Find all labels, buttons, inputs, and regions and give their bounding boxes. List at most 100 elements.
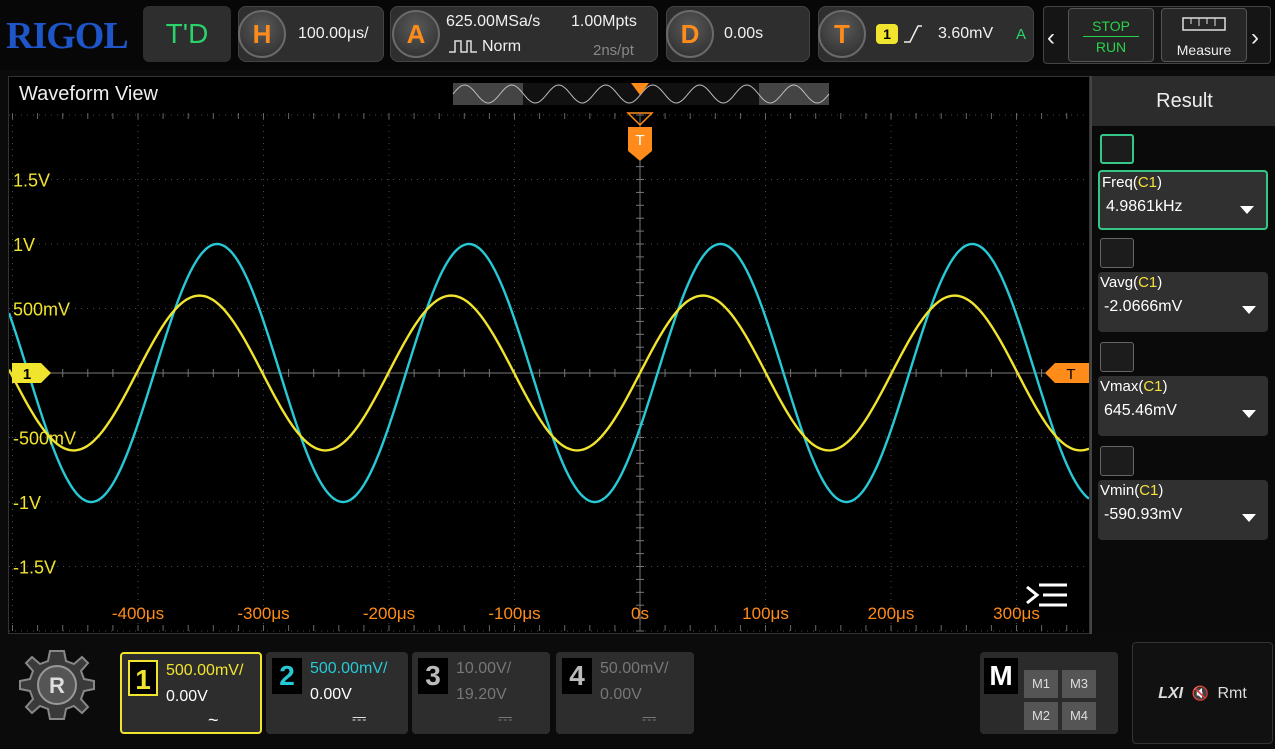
channel-1-number: 1 <box>128 660 158 696</box>
measure-channel: C1 <box>1137 174 1158 191</box>
vmax-measure-icon[interactable] <box>1100 342 1134 372</box>
trigger-sweep-mode: A <box>1016 26 1027 43</box>
measure-name: Vavg <box>1100 274 1134 291</box>
measure-channel: C1 <box>1138 274 1158 291</box>
measure-item-vmin[interactable]: Vmin(C1) -590.93mV <box>1098 480 1268 540</box>
measure-item-freq[interactable]: Freq(C1) 4.9861kHz <box>1098 170 1268 230</box>
time-axis-label: 0s <box>631 604 649 623</box>
measure-channel: C1 <box>1143 378 1163 395</box>
measure-channel: C1 <box>1139 482 1159 499</box>
trigger-level: 3.60mV <box>938 25 994 42</box>
time-axis-label: -200μs <box>363 604 415 623</box>
acquire-mode: Norm <box>482 38 522 55</box>
measure-name: Vmax <box>1100 378 1139 395</box>
timebase-mode-button[interactable]: T'D <box>143 6 231 62</box>
measure-value: -590.93mV <box>1104 506 1183 523</box>
dropdown-icon[interactable] <box>1242 306 1256 314</box>
dc-coupling-icon: ⎓ <box>642 708 657 728</box>
dropdown-icon[interactable] <box>1242 514 1256 522</box>
time-axis-label: -400μs <box>112 604 164 623</box>
expand-menu-icon <box>1026 585 1040 605</box>
voltage-axis-label: 1V <box>13 235 35 255</box>
voltage-axis-label: 1.5V <box>13 171 50 191</box>
dc-coupling-icon: ⎓ <box>352 708 367 728</box>
channel-3-scale: 10.00V/ <box>456 660 512 677</box>
memory-depth: 1.00Mpts <box>571 13 637 30</box>
channel-4-control[interactable]: 4 50.00mV/ 0.00V ⎓ <box>556 652 694 734</box>
time-axis-label: 300μs <box>993 604 1040 623</box>
trigger-source-badge: 1 <box>876 24 898 44</box>
svg-text:R: R <box>49 673 65 698</box>
channel-2-number: 2 <box>272 658 302 694</box>
time-axis-label: 200μs <box>868 604 915 623</box>
measure-label: Measure <box>1176 42 1232 58</box>
ac-coupling-icon: ~ <box>208 710 219 730</box>
stop-run-button[interactable]: STOP RUN <box>1068 8 1154 62</box>
sample-rate: 625.00MSa/s <box>446 13 541 30</box>
vmin-measure-icon[interactable] <box>1100 446 1134 476</box>
math-slot-m2[interactable]: M2 <box>1024 702 1058 730</box>
channel-3-control[interactable]: 3 10.00V/ 19.20V ⎓ <box>412 652 550 734</box>
horizontal-icon[interactable]: H <box>238 10 286 58</box>
time-resolution: 2ns/pt <box>593 42 634 59</box>
channel-2-control[interactable]: 2 500.00mV/ 0.00V ⎓ <box>266 652 408 734</box>
measure-value: 645.46mV <box>1104 402 1177 419</box>
math-slot-m3[interactable]: M3 <box>1062 670 1096 698</box>
trigger-icon[interactable]: T <box>818 10 866 58</box>
dropdown-icon[interactable] <box>1240 206 1254 214</box>
stop-label: STOP <box>1092 18 1130 34</box>
scroll-left-icon[interactable]: ‹ <box>1047 24 1055 52</box>
waveform-display[interactable]: 1.5V 1V 500mV -500mV -1V -1.5V -400μs -300μs -20… <box>9 77 1089 633</box>
status-panel[interactable]: LXI 🔇 Rmt <box>1132 642 1273 744</box>
math-control[interactable]: M M1 M3 M2 M4 <box>980 652 1118 734</box>
time-axis-label: -100μs <box>488 604 540 623</box>
measure-value: -2.0666mV <box>1104 298 1183 315</box>
measure-item-vmax[interactable]: Vmax(C1) 645.46mV <box>1098 376 1268 436</box>
delay-value: 0.00s <box>724 25 764 42</box>
channel-2-offset: 0.00V <box>310 686 352 703</box>
measure-result-panel: Result Freq(C1) 4.9861kHz Vavg(C1) -2.06… <box>1090 76 1275 634</box>
voltage-axis-label: -1.5V <box>13 558 56 578</box>
measure-name: Vmin <box>1100 482 1135 499</box>
scroll-right-icon[interactable]: › <box>1251 24 1259 52</box>
result-title: Result <box>1092 76 1275 126</box>
trigger-position-label: T <box>635 132 644 149</box>
channel-4-number: 4 <box>562 658 592 694</box>
time-axis-label: 100μs <box>742 604 789 623</box>
home-menu-gear-icon[interactable]: R <box>12 640 102 730</box>
dropdown-icon[interactable] <box>1242 410 1256 418</box>
channel-1-offset: 0.00V <box>166 688 208 705</box>
math-slot-m1[interactable]: M1 <box>1024 670 1058 698</box>
channel-1-control[interactable]: 1 500.00mV/ 0.00V ~ <box>120 652 262 734</box>
waveform-view[interactable]: 1.5V 1V 500mV -500mV -1V -1.5V -400μs -300μs -20… <box>8 76 1090 634</box>
math-slot-m4[interactable]: M4 <box>1062 702 1096 730</box>
delay-icon[interactable]: D <box>666 10 714 58</box>
acquire-icon[interactable]: A <box>392 10 440 58</box>
voltage-axis-label: -1V <box>13 493 41 513</box>
time-axis-label: -300μs <box>237 604 289 623</box>
bottom-toolbar: R 1 500.00mV/ 0.00V ~ 2 500.00mV/ 0.00V … <box>0 640 1275 749</box>
freq-measure-icon[interactable] <box>1100 134 1134 164</box>
channel-3-offset: 19.20V <box>456 686 507 703</box>
channel-1-scale: 500.00mV/ <box>166 662 244 679</box>
lxi-status: LXI <box>1158 685 1184 702</box>
remote-status: Rmt <box>1217 685 1247 702</box>
rigol-logo: RIGOL <box>6 15 129 57</box>
rising-edge-icon <box>904 25 922 43</box>
run-label: RUN <box>1095 39 1127 55</box>
dc-coupling-icon: ⎓ <box>498 708 513 728</box>
measure-item-vavg[interactable]: Vavg(C1) -2.0666mV <box>1098 272 1268 332</box>
channel-4-scale: 50.00mV/ <box>600 660 669 677</box>
channel-1-marker-label: 1 <box>23 366 31 383</box>
channel-3-number: 3 <box>418 658 448 694</box>
channel-2-scale: 500.00mV/ <box>310 660 388 677</box>
acquire-mode-icon <box>449 40 477 53</box>
voltage-axis-label: 500mV <box>13 300 70 320</box>
channel-4-offset: 0.00V <box>600 686 642 703</box>
vavg-measure-icon[interactable] <box>1100 238 1134 268</box>
channel-1-offset-marker <box>12 363 51 383</box>
ruler-icon <box>1182 17 1226 31</box>
measure-name: Freq <box>1102 174 1133 191</box>
math-label: M <box>984 658 1018 694</box>
measure-button[interactable]: Measure <box>1161 8 1247 62</box>
